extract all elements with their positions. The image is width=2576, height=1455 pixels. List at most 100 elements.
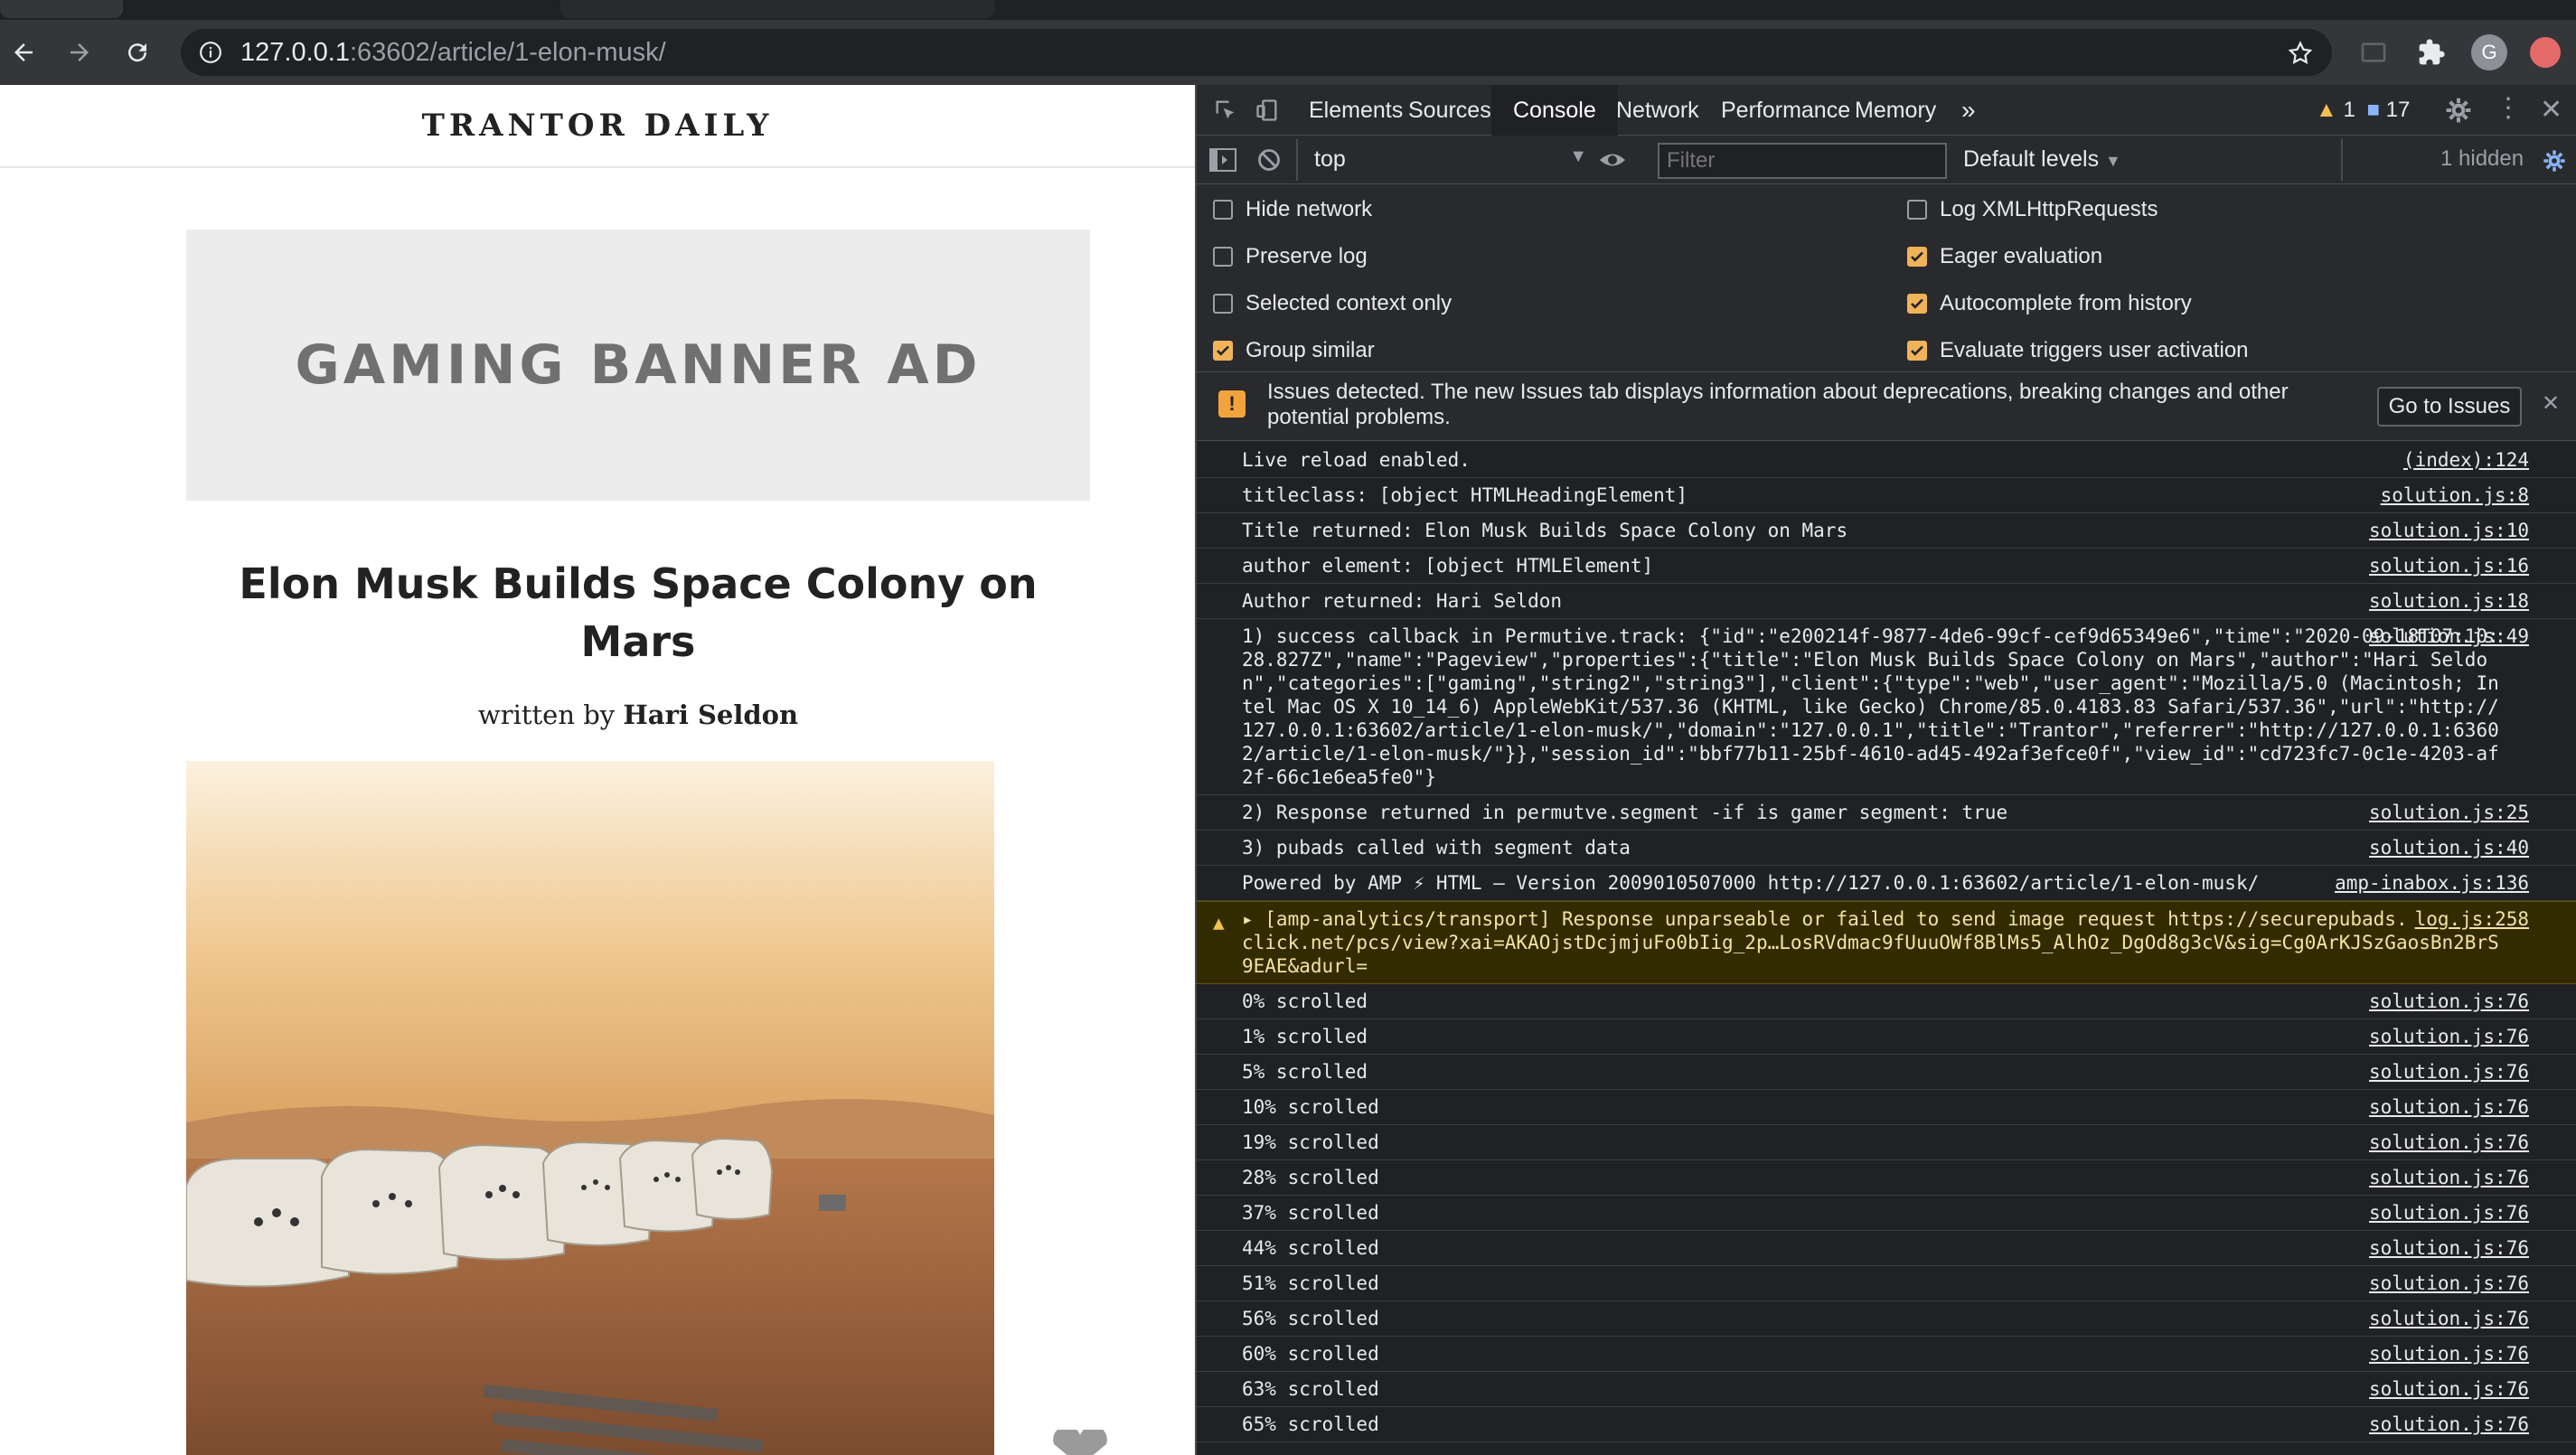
- setting-checkbox-row[interactable]: Autocomplete from history: [1907, 280, 2192, 327]
- console-message-row[interactable]: 19% scrolled solution.js:76: [1197, 1125, 2576, 1160]
- go-to-issues-button[interactable]: Go to Issues: [2377, 387, 2522, 427]
- console-message-row[interactable]: 63% scrolled solution.js:76: [1197, 1372, 2576, 1407]
- banner-ad[interactable]: GAMING BANNER AD: [186, 230, 1090, 501]
- console-message-row[interactable]: Powered by AMP ⚡ HTML – Version 20090105…: [1197, 866, 2576, 901]
- console-source-link[interactable]: solution.js:76: [2360, 1131, 2529, 1154]
- console-message-row[interactable]: 56% scrolled solution.js:76: [1197, 1301, 2576, 1337]
- extension-red-icon[interactable]: [2527, 34, 2563, 70]
- reload-button[interactable]: [118, 33, 157, 72]
- browser-tab[interactable]: [560, 0, 994, 18]
- device-toolbar-icon[interactable]: [1255, 98, 1280, 123]
- avatar[interactable]: G: [2471, 34, 2507, 70]
- browser-tab[interactable]: [0, 0, 123, 18]
- arrow-right-icon: [71, 43, 89, 61]
- setting-checkbox-row[interactable]: Hide network: [1213, 186, 1372, 233]
- console-message-text: 37% scrolled: [1242, 1202, 1379, 1224]
- console-message-row[interactable]: 60% scrolled solution.js:76: [1197, 1337, 2576, 1372]
- eye-icon[interactable]: [1598, 148, 1627, 172]
- console-message-row[interactable]: Live reload enabled. (index):124: [1197, 443, 2576, 478]
- more-tabs-icon[interactable]: »: [1952, 85, 1985, 136]
- console-source-link[interactable]: solution.js:76: [2360, 1236, 2529, 1260]
- console-message-row[interactable]: titleclass: [object HTMLHeadingElement] s…: [1197, 478, 2576, 513]
- close-banner-icon[interactable]: ✕: [2542, 390, 2560, 417]
- checkbox-checked-icon[interactable]: [1213, 341, 1233, 361]
- star-icon[interactable]: [2287, 40, 2314, 67]
- checkbox-checked-icon[interactable]: [1907, 341, 1927, 361]
- message-icon: ■: [2366, 98, 2380, 122]
- context-selector[interactable]: top ▼: [1307, 136, 1596, 184]
- console-message-row[interactable]: Title returned: Elon Musk Builds Space C…: [1197, 513, 2576, 549]
- info-icon[interactable]: [199, 41, 222, 64]
- extensions-icon[interactable]: [2413, 34, 2449, 70]
- console-message-row[interactable]: 37% scrolled solution.js:76: [1197, 1196, 2576, 1231]
- console-message-row[interactable]: 65% scrolled solution.js:76: [1197, 1407, 2576, 1442]
- console-source-link[interactable]: log.js:258: [2405, 907, 2529, 931]
- address-bar[interactable]: 127.0.0.1:63602/article/1-elon-musk/: [181, 29, 2332, 76]
- console-source-link[interactable]: amp-inabox.js:136: [2326, 871, 2529, 895]
- console-message-text: 65% scrolled: [1242, 1413, 1379, 1435]
- filter-input[interactable]: [1658, 143, 1947, 179]
- console-source-link[interactable]: solution.js:76: [2360, 1342, 2529, 1366]
- console-source-link[interactable]: (index):124: [2394, 448, 2529, 472]
- browser-toolbar: 127.0.0.1:63602/article/1-elon-musk/ G: [0, 20, 2576, 85]
- console-source-link[interactable]: solution.js:76: [2360, 1272, 2529, 1295]
- setting-checkbox-row[interactable]: Eager evaluation: [1907, 233, 2102, 280]
- inspect-element-icon[interactable]: [1213, 98, 1238, 123]
- console-source-link[interactable]: solution.js:76: [2360, 1377, 2529, 1401]
- checkbox-unchecked-icon[interactable]: [1213, 294, 1233, 314]
- checkbox-checked-icon[interactable]: [1907, 294, 1927, 314]
- tab-memory[interactable]: Memory: [1833, 85, 1958, 136]
- console-message-row[interactable]: 28% scrolled solution.js:76: [1197, 1160, 2576, 1196]
- cast-icon[interactable]: [2355, 34, 2392, 70]
- checkbox-checked-icon[interactable]: [1907, 247, 1927, 267]
- sidebar-toggle-icon[interactable]: [1209, 148, 1236, 172]
- console-source-link[interactable]: solution.js:25: [2360, 801, 2529, 824]
- console-message-row[interactable]: 3) pubads called with segment data soluti…: [1197, 831, 2576, 866]
- console-source-link[interactable]: solution.js:76: [2360, 1201, 2529, 1225]
- kebab-menu-icon[interactable]: ⋮: [2495, 92, 2522, 124]
- console-source-link[interactable]: solution.js:76: [2360, 1095, 2529, 1119]
- forward-button[interactable]: [60, 33, 99, 72]
- console-message-row[interactable]: 10% scrolled solution.js:76: [1197, 1090, 2576, 1125]
- console-warning-row[interactable]: ▲ ▸ [amp-analytics/transport] Response un…: [1197, 901, 2576, 984]
- console-message-row[interactable]: 1% scrolled solution.js:76: [1197, 1019, 2576, 1055]
- console-source-link[interactable]: solution.js:10: [2360, 519, 2529, 542]
- settings-gear-icon[interactable]: [2444, 96, 2473, 125]
- issues-counter[interactable]: ▲ 1 ■ 17: [2316, 98, 2410, 123]
- console-source-link[interactable]: solution.js:16: [2360, 554, 2529, 577]
- console-message-row[interactable]: author element: [object HTMLElement] solu…: [1197, 549, 2576, 584]
- checkbox-unchecked-icon[interactable]: [1213, 200, 1233, 220]
- console-source-link[interactable]: solution.js:40: [2360, 836, 2529, 859]
- console-message-row[interactable]: 51% scrolled solution.js:76: [1197, 1266, 2576, 1301]
- console-source-link[interactable]: solution.js:76: [2360, 1060, 2529, 1084]
- console-message-row[interactable]: 44% scrolled solution.js:76: [1197, 1231, 2576, 1266]
- console-source-link[interactable]: solution.js:8: [2372, 483, 2529, 507]
- console-source-link[interactable]: solution.js:49: [2360, 624, 2529, 648]
- back-button[interactable]: [4, 33, 43, 72]
- setting-checkbox-row[interactable]: Log XMLHttpRequests: [1907, 186, 2158, 233]
- setting-checkbox-row[interactable]: Preserve log: [1213, 233, 1368, 280]
- heart-icon[interactable]: [1048, 1430, 1112, 1455]
- clear-console-icon[interactable]: [1256, 147, 1282, 173]
- console-source-link[interactable]: solution.js:76: [2360, 1413, 2529, 1436]
- console-source-link[interactable]: solution.js:76: [2360, 1307, 2529, 1330]
- checkbox-unchecked-icon[interactable]: [1907, 200, 1927, 220]
- setting-checkbox-row[interactable]: Selected context only: [1213, 280, 1452, 327]
- article-title: Elon Musk Builds Space Colony on Mars: [239, 559, 1038, 666]
- console-message-row[interactable]: 2) Response returned in permutve.segment…: [1197, 795, 2576, 831]
- console-message-row[interactable]: 1) success callback in Permutive.track: …: [1197, 619, 2576, 795]
- site-name[interactable]: TRANTOR DAILY: [422, 108, 774, 144]
- console-source-link[interactable]: solution.js:76: [2360, 1166, 2529, 1189]
- checkbox-unchecked-icon[interactable]: [1213, 247, 1233, 267]
- console-message-row[interactable]: 5% scrolled solution.js:76: [1197, 1055, 2576, 1090]
- setting-checkbox-row[interactable]: Evaluate triggers user activation: [1907, 327, 2249, 374]
- console-settings-icon[interactable]: [2542, 148, 2567, 174]
- levels-dropdown[interactable]: Default levels ▼: [1963, 146, 2121, 173]
- console-message-row[interactable]: 0% scrolled solution.js:76: [1197, 984, 2576, 1019]
- close-icon[interactable]: ✕: [2540, 94, 2562, 126]
- setting-checkbox-row[interactable]: Group similar: [1213, 327, 1375, 374]
- console-message-row[interactable]: Author returned: Hari Seldon solution.js:…: [1197, 584, 2576, 619]
- console-source-link[interactable]: solution.js:18: [2360, 589, 2529, 613]
- console-source-link[interactable]: solution.js:76: [2360, 990, 2529, 1013]
- console-source-link[interactable]: solution.js:76: [2360, 1025, 2529, 1048]
